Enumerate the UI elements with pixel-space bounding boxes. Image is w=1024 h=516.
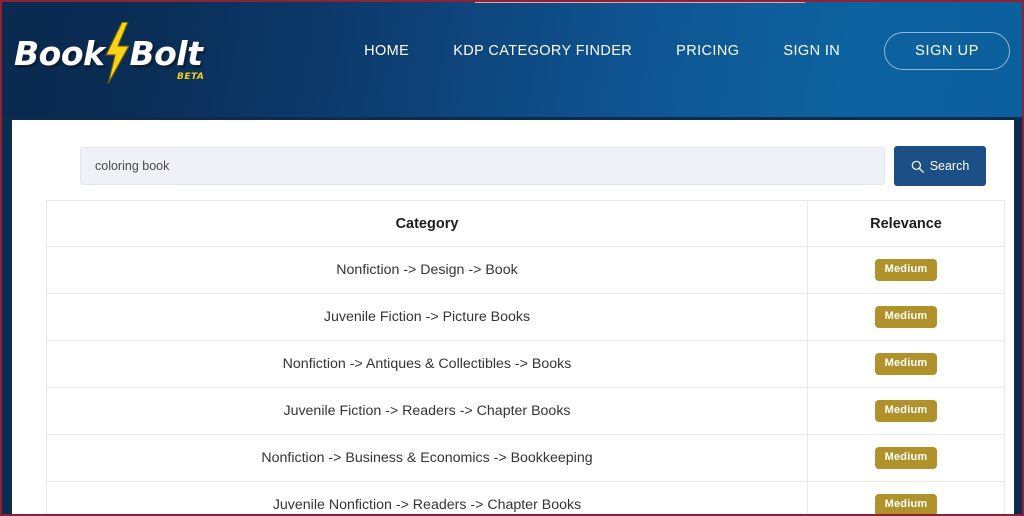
nav-item-home[interactable]: HOME <box>342 37 431 65</box>
logo-word-book: Book <box>14 33 105 73</box>
cell-relevance: Medium <box>807 340 1005 388</box>
relevance-badge: Medium <box>874 353 938 375</box>
sign-up-button[interactable]: SIGN UP <box>884 32 1010 70</box>
table-row[interactable]: Juvenile Fiction -> Readers -> Chapter B… <box>46 387 1005 435</box>
cell-category: Nonfiction -> Business & Economics -> Bo… <box>46 434 808 482</box>
nav-item-pricing[interactable]: PRICING <box>654 37 761 65</box>
search-input[interactable] <box>80 147 885 185</box>
cell-category: Juvenile Fiction -> Readers -> Chapter B… <box>46 387 808 435</box>
table-header-row: Category Relevance <box>46 200 1005 247</box>
search-button-label: Search <box>929 159 970 173</box>
cell-relevance: Medium <box>807 293 1005 341</box>
cell-category: Juvenile Fiction -> Picture Books <box>46 293 808 341</box>
lightning-bolt-icon <box>102 22 132 84</box>
table-row[interactable]: Nonfiction -> Business & Economics -> Bo… <box>46 434 1005 482</box>
table-row[interactable]: Nonfiction -> Antiques & Collectibles ->… <box>46 340 1005 388</box>
app-window: Book Bolt BETA HOME KDP CATEGORY FINDER … <box>0 0 1024 516</box>
relevance-badge: Medium <box>874 494 938 514</box>
search-icon <box>911 160 924 173</box>
main-navigation: HOME KDP CATEGORY FINDER PRICING SIGN IN… <box>342 32 1010 70</box>
site-logo[interactable]: Book Bolt BETA <box>14 22 205 84</box>
nav-item-sign-in[interactable]: SIGN IN <box>761 37 862 65</box>
table-body: Nonfiction -> Design -> Book Medium Juveni… <box>46 246 1005 514</box>
nav-item-kdp-category-finder[interactable]: KDP CATEGORY FINDER <box>431 37 654 65</box>
cell-relevance: Medium <box>807 434 1005 482</box>
cell-relevance: Medium <box>807 481 1005 514</box>
logo-beta-tag: BETA <box>176 72 205 82</box>
table-row[interactable]: Juvenile Fiction -> Picture Books Medium <box>46 293 1005 341</box>
table-header: Category Relevance <box>46 200 1005 247</box>
relevance-badge: Medium <box>874 447 938 469</box>
cell-category: Nonfiction -> Design -> Book <box>46 246 808 294</box>
table-row[interactable]: Juvenile Nonfiction -> Readers -> Chapte… <box>46 481 1005 514</box>
relevance-badge: Medium <box>874 259 938 281</box>
site-header: Book Bolt BETA HOME KDP CATEGORY FINDER … <box>2 2 1022 117</box>
category-results-table: Category Relevance Nonfiction -> Design … <box>46 200 1005 514</box>
cell-category: Juvenile Nonfiction -> Readers -> Chapte… <box>46 481 808 514</box>
cell-relevance: Medium <box>807 387 1005 435</box>
column-header-category[interactable]: Category <box>46 200 808 247</box>
cell-category: Nonfiction -> Antiques & Collectibles ->… <box>46 340 808 388</box>
search-bar: Search <box>12 120 1014 186</box>
top-border-highlight <box>475 2 805 3</box>
relevance-badge: Medium <box>874 400 938 422</box>
logo-word-bolt: Bolt <box>129 33 203 73</box>
relevance-badge: Medium <box>874 306 938 328</box>
column-header-relevance[interactable]: Relevance <box>807 200 1005 247</box>
search-button[interactable]: Search <box>894 146 986 186</box>
cell-relevance: Medium <box>807 246 1005 294</box>
content-panel: Search Category Relevance Nonfiction -> … <box>12 120 1014 514</box>
table-row[interactable]: Nonfiction -> Design -> Book Medium <box>46 246 1005 294</box>
